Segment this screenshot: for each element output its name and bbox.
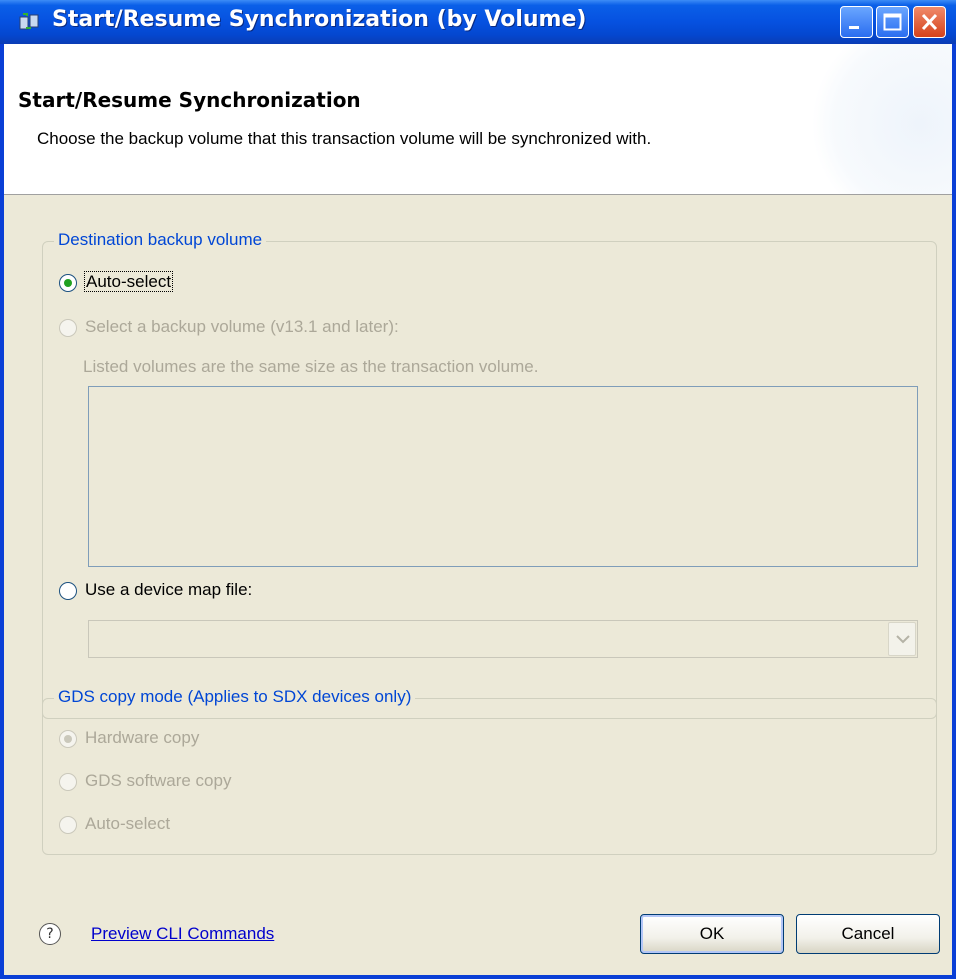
gds-copy-mode-legend: GDS copy mode (Applies to SDX devices on… — [54, 687, 416, 707]
radio-hardware-copy-label: Hardware copy — [85, 728, 200, 747]
wizard-header: Start/Resume Synchronization Choose the … — [4, 44, 952, 195]
combo-dropdown-button[interactable] — [888, 622, 916, 656]
radio-indicator[interactable] — [59, 274, 77, 292]
ok-button[interactable]: OK — [640, 914, 784, 954]
device-map-file-combo[interactable] — [88, 620, 918, 658]
volume-size-note: Listed volumes are the same size as the … — [83, 357, 539, 376]
dialog-window: Start/Resume Synchronization (by Volume)… — [0, 0, 956, 979]
radio-device-map-file-label: Use a device map file: — [85, 580, 253, 599]
radio-indicator[interactable] — [59, 816, 77, 834]
page-description: Choose the backup volume that this trans… — [37, 129, 652, 148]
maximize-icon — [883, 13, 902, 31]
header-decoration — [812, 44, 952, 194]
radio-indicator[interactable] — [59, 730, 77, 748]
radio-copy-auto-select-label: Auto-select — [85, 814, 171, 833]
radio-indicator[interactable] — [59, 773, 77, 791]
app-icon — [19, 13, 39, 30]
close-button[interactable] — [913, 6, 946, 38]
help-icon[interactable]: ? — [39, 923, 61, 945]
dialog-client-area: Start/Resume Synchronization Choose the … — [4, 44, 952, 975]
radio-gds-software-copy-label: GDS software copy — [85, 771, 232, 790]
radio-indicator[interactable] — [59, 582, 77, 600]
radio-auto-select-label: Auto-select — [83, 271, 174, 292]
minimize-button[interactable] — [840, 6, 873, 38]
title-bar[interactable]: Start/Resume Synchronization (by Volume) — [0, 0, 956, 44]
window-title: Start/Resume Synchronization (by Volume) — [52, 7, 587, 32]
cancel-button[interactable]: Cancel — [796, 914, 940, 954]
radio-indicator[interactable] — [59, 319, 77, 337]
preview-cli-commands-link[interactable]: Preview CLI Commands — [91, 924, 274, 944]
chevron-down-icon — [896, 635, 910, 644]
destination-backup-legend: Destination backup volume — [54, 230, 267, 250]
minimize-icon — [849, 26, 859, 29]
radio-select-backup-volume-label: Select a backup volume (v13.1 and later)… — [85, 317, 399, 336]
maximize-button[interactable] — [876, 6, 909, 38]
backup-volume-list[interactable] — [88, 386, 918, 567]
close-icon — [921, 13, 938, 31]
page-title: Start/Resume Synchronization — [18, 88, 361, 112]
